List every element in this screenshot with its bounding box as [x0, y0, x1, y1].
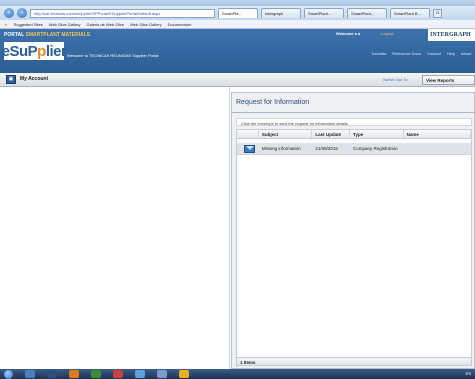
browser-tab-3[interactable]: SmartPlant...	[304, 8, 344, 18]
title-divider	[232, 112, 475, 113]
taskbar-app-icon[interactable]	[135, 370, 145, 378]
esupplier-logo[interactable]: eSuP p lier	[1, 42, 67, 60]
favorite-link-3[interactable]: Galeria de Web Slice	[86, 22, 124, 27]
taskbar-app-icon[interactable]	[179, 370, 189, 378]
taskbar-app-icon[interactable]	[47, 370, 57, 378]
taskbar-app-icon[interactable]	[91, 370, 101, 378]
reference-docs-link[interactable]: Reference Docs	[392, 51, 421, 56]
switch-out-link[interactable]: Switch Out To	[383, 77, 408, 82]
favorites-star-icon[interactable]: ★	[4, 22, 8, 27]
my-account-link[interactable]: My Account	[20, 76, 48, 82]
left-panel	[0, 87, 230, 369]
browser-tab-5[interactable]: SmartPlant B...	[390, 8, 430, 18]
browser-tab-1[interactable]: SmartPla...	[218, 8, 258, 18]
favorite-link-1[interactable]: Suggested Sites	[14, 22, 43, 27]
envelope-cell[interactable]	[237, 144, 259, 153]
table-row[interactable]: Missing information 21/06/2016 Company R…	[237, 143, 471, 155]
portal-label: PORTAL	[4, 32, 25, 38]
rfi-panel: Request for Information Click the envelo…	[231, 92, 475, 369]
welcome-user-text: Welcome a a	[336, 31, 361, 36]
rfi-grid: Subject Last Update Type Name Missing in…	[236, 129, 472, 359]
intergraph-logo: INTERGRAPH	[428, 29, 475, 41]
welcome-portal-text: Welcome to TECNICAS REUNIDAS Supplier Po…	[67, 53, 159, 58]
panel-title: Request for Information	[236, 99, 310, 106]
contact-link[interactable]: Contact	[427, 51, 441, 56]
logo-text-mid: p	[37, 42, 46, 60]
logo-text-suffix: lier	[45, 42, 67, 60]
home-icon[interactable]: ⌂	[433, 8, 442, 18]
cell-type: Company Registration	[353, 146, 398, 151]
col-header-icon	[237, 130, 259, 138]
favorite-link-2[interactable]: Web Slice Gallery	[49, 22, 81, 27]
instruction-text: Click the envelope to view the request f…	[236, 118, 472, 126]
view-reports-button[interactable]: View Reports	[422, 75, 475, 85]
favorite-link-4[interactable]: Web Slice Gallery	[130, 22, 162, 27]
browser-tab-2[interactable]: Intergraph	[261, 8, 301, 18]
account-icon[interactable]: ▣	[6, 75, 16, 84]
favorites-bar: ★ Suggested Sites Web Slice Gallery Gale…	[0, 20, 475, 29]
portal-title: PORTAL SMARTPLANT MATERIALS	[4, 32, 90, 38]
system-tray-text: ES	[465, 371, 471, 376]
envelope-icon[interactable]	[244, 144, 255, 153]
taskbar-app-icon[interactable]	[157, 370, 167, 378]
address-row: ‹ › http://cat.tecnicas.com/esupplier/SP…	[0, 6, 475, 20]
help-link[interactable]: Help	[447, 51, 455, 56]
logo-text-prefix: eSuP	[1, 42, 38, 60]
portal-sublabel: SMARTPLANT MATERIALS	[25, 32, 91, 38]
items-count: 1 Items	[236, 357, 472, 366]
taskbar-app-icon[interactable]	[25, 370, 35, 378]
cell-last-update: 21/06/2016	[315, 146, 338, 151]
browser-tab-4[interactable]: SmartPlant...	[347, 8, 387, 18]
address-bar[interactable]: http://cat.tecnicas.com/esupplier/SPPort…	[30, 8, 215, 18]
cell-subject: Missing information	[261, 146, 301, 151]
portal-toolbar: ▣ My Account Switch Out To View Reports	[0, 73, 475, 87]
portal-header: PORTAL SMARTPLANT MATERIALS eSuP p lier We…	[0, 29, 475, 73]
taskbar-app-icon[interactable]	[113, 370, 123, 378]
logout-link[interactable]: Logout	[381, 31, 393, 36]
col-header-name[interactable]: Name	[404, 130, 471, 138]
back-icon[interactable]: ‹	[4, 8, 14, 18]
header-links: Tutorials Reference Docs Contact Help Ab…	[371, 51, 471, 56]
tutorials-link[interactable]: Tutorials	[371, 51, 386, 56]
start-button-icon[interactable]	[4, 369, 13, 379]
grid-header: Subject Last Update Type Name	[237, 130, 471, 139]
favorite-link-5[interactable]: Documentum	[168, 22, 192, 27]
forward-icon[interactable]: ›	[17, 8, 27, 18]
taskbar: ES	[0, 369, 475, 379]
col-header-last-update[interactable]: Last Update	[312, 130, 351, 138]
col-header-subject[interactable]: Subject	[259, 130, 313, 138]
about-link[interactable]: About	[461, 51, 471, 56]
col-header-type[interactable]: Type	[350, 130, 404, 138]
taskbar-app-icon[interactable]	[69, 370, 79, 378]
